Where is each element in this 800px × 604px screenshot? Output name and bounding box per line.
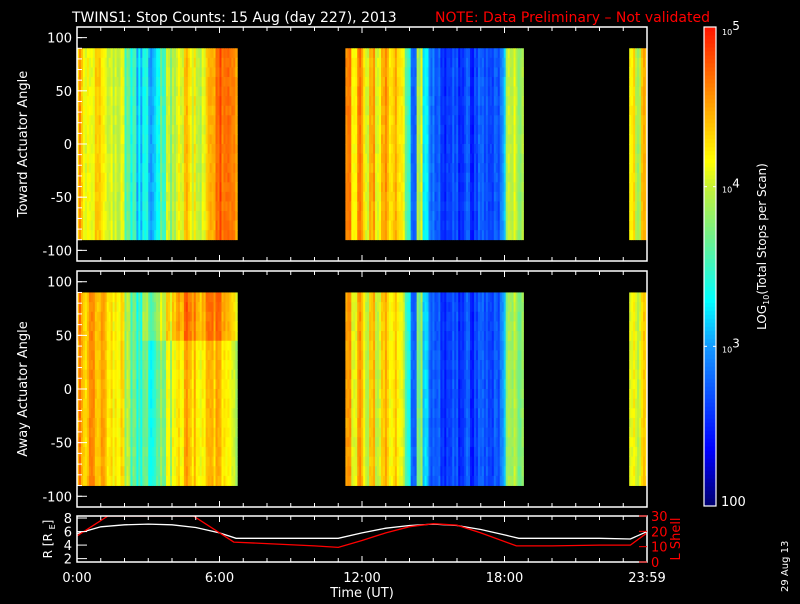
y-tick-label: -100: [42, 244, 72, 259]
heatmap-cell: [235, 154, 237, 164]
heatmap-cell: [522, 182, 524, 192]
heatmap-cell: [522, 87, 524, 97]
heatmap-cell: [235, 115, 237, 125]
heatmap-cell: [522, 115, 524, 125]
heatmap-cell: [235, 192, 237, 202]
heatmap-cell: [235, 211, 237, 221]
heatmap-cell: [522, 96, 524, 106]
preliminary-note: NOTE: Data Preliminary – Not validated: [435, 10, 710, 26]
heatmap-cell: [522, 106, 524, 116]
heatmap-cell: [235, 182, 237, 192]
heatmap-cell: [235, 58, 237, 68]
heatmap-cell: [522, 77, 524, 87]
toward-panel: 100 50 0 -50 -100 Toward Actuator Angle: [16, 27, 647, 261]
heatmap-cell: [522, 173, 524, 183]
heatmap-cell: [235, 48, 237, 58]
heatmap-cell: [522, 58, 524, 68]
heatmap-cell: [522, 163, 524, 173]
heatmap-cell: [235, 125, 237, 135]
heatmap-cell: [522, 48, 524, 58]
heatmap-cell: [522, 154, 524, 164]
heatmap-cell: [235, 134, 237, 144]
chart-title: TWINS1: Stop Counts: 15 Aug (day 227), 2…: [71, 10, 397, 26]
heatmap-cell: [235, 96, 237, 106]
y-tick-label: 0: [64, 138, 72, 153]
y-tick-label: -50: [51, 191, 72, 206]
heatmap-cell: [522, 144, 524, 154]
y-tick-label: 50: [55, 85, 72, 100]
heatmap-cell: [522, 221, 524, 231]
heatmap-cell: [522, 230, 524, 240]
figure: TWINS1: Stop Counts: 15 Aug (day 227), 2…: [0, 0, 800, 600]
away-panel: 100500-50-100Away Actuator Angle: [16, 271, 647, 507]
heatmap-cell: [522, 211, 524, 221]
heatmap-cell: [235, 77, 237, 87]
heatmap-cell: [235, 67, 237, 77]
heatmap-cell: [235, 221, 237, 231]
heatmap-cell: [235, 173, 237, 183]
heatmap-cell: [522, 134, 524, 144]
y-axis-label: Toward Actuator Angle: [16, 71, 31, 218]
heatmap-cell: [235, 201, 237, 211]
heatmap-cell: [522, 125, 524, 135]
y-tick-label: 100: [47, 32, 72, 47]
heatmap-cell: [522, 201, 524, 211]
heatmap-cell: [235, 230, 237, 240]
heatmap-cell: [235, 144, 237, 154]
heatmap-cell: [235, 106, 237, 116]
heatmap-cell: [522, 192, 524, 202]
heatmap-cell: [235, 87, 237, 97]
heatmap-cell: [235, 163, 237, 173]
heatmap-cell: [522, 67, 524, 77]
